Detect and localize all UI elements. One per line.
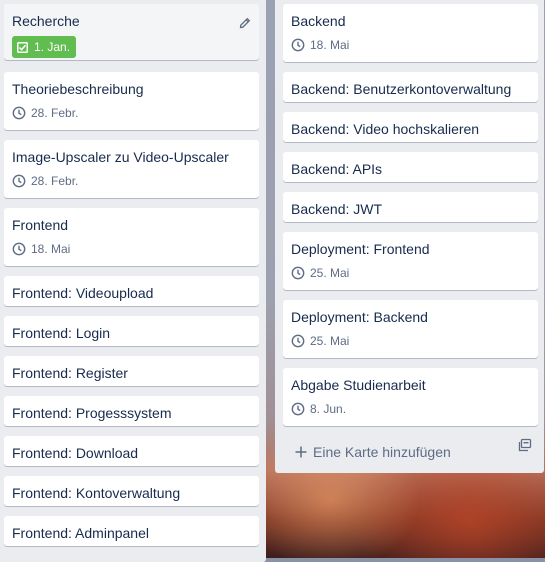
due-date: 8. Jun. [291, 402, 530, 416]
clock-icon [291, 334, 305, 348]
card-theoriebeschreibung[interactable]: Theoriebeschreibung 28. Febr. [4, 72, 259, 130]
list-left: Recherche 1. Jan. Theoriebeschreibung 28… [0, 0, 266, 562]
card-title: Deployment: Frontend [291, 241, 430, 257]
badge-date: 1. Jan. [34, 40, 71, 54]
due-date-text: 8. Jun. [310, 402, 347, 416]
due-date-text: 25. Mai [310, 334, 350, 348]
card-title: Frontend: Download [12, 445, 139, 461]
card-deployment-frontend[interactable]: Deployment: Frontend 25. Mai [283, 232, 538, 290]
due-date: 25. Mai [291, 266, 530, 280]
due-date-text: 25. Mai [310, 266, 350, 280]
card-title: Image-Upscaler zu Video-Upscaler [12, 149, 229, 165]
card-frontend-download[interactable]: Frontend: Download [4, 436, 259, 466]
due-date: 28. Febr. [12, 174, 251, 188]
card-frontend-videoupload[interactable]: Frontend: Videoupload [4, 276, 259, 306]
card-abgabe-studienarbeit[interactable]: Abgabe Studienarbeit 8. Jun. [283, 368, 538, 426]
due-date: 18. Mai [12, 242, 251, 256]
add-card-button[interactable]: Eine Karte hinzufügen [295, 444, 451, 460]
card-title: Frontend: Login [12, 325, 111, 341]
clock-icon [12, 106, 26, 120]
clock-icon [291, 38, 305, 52]
card-title: Frontend: Videoupload [12, 285, 154, 301]
card-backend[interactable]: Backend 18. Mai [283, 4, 538, 62]
list-right: Backend 18. Mai Backend: Benutzerkontove… [275, 0, 544, 473]
card-title: Frontend: Progesssystem [12, 405, 172, 421]
card-title: Recherche [12, 13, 80, 29]
due-date-text: 28. Febr. [31, 174, 79, 188]
card-deployment-backend[interactable]: Deployment: Backend 25. Mai [283, 300, 538, 358]
card-frontend-login[interactable]: Frontend: Login [4, 316, 259, 346]
card-backend-jwt[interactable]: Backend: JWT [283, 192, 538, 222]
card-title: Frontend: Adminpanel [12, 525, 149, 541]
pencil-icon[interactable] [239, 16, 251, 34]
card-title: Backend: Benutzerkontoverwaltung [291, 81, 512, 97]
card-title: Deployment: Backend [291, 309, 428, 325]
card-backend-apis[interactable]: Backend: APIs [283, 152, 538, 182]
card-title: Backend: Video hochskalieren [291, 121, 480, 137]
due-date: 18. Mai [291, 38, 530, 52]
plus-icon [295, 445, 307, 459]
clock-icon [291, 402, 305, 416]
checkbox-icon [17, 41, 28, 53]
due-date: 28. Febr. [12, 106, 251, 120]
clock-icon [12, 174, 26, 188]
card-frontend-adminpanel[interactable]: Frontend: Adminpanel [4, 516, 259, 546]
add-card-label: Eine Karte hinzufügen [313, 444, 451, 460]
card-frontend-progesssystem[interactable]: Frontend: Progesssystem [4, 396, 259, 426]
card-frontend-register[interactable]: Frontend: Register [4, 356, 259, 386]
card-backend-video-hochskalieren[interactable]: Backend: Video hochskalieren [283, 112, 538, 142]
due-date-text: 18. Mai [310, 38, 350, 52]
card-backend-benutzerkontoverwaltung[interactable]: Backend: Benutzerkontoverwaltung [283, 72, 538, 102]
card-title: Frontend: Kontoverwaltung [12, 485, 181, 501]
card-title: Theoriebeschreibung [12, 81, 144, 97]
card-title: Backend: JWT [291, 201, 383, 217]
due-date-text: 28. Febr. [31, 106, 79, 120]
due-date-badge-done[interactable]: 1. Jan. [12, 36, 77, 58]
card-frontend[interactable]: Frontend 18. Mai [4, 208, 259, 266]
card-title: Frontend [12, 217, 69, 233]
due-date: 25. Mai [291, 334, 530, 348]
card-title: Abgabe Studienarbeit [291, 377, 426, 393]
card-title: Backend: APIs [291, 161, 383, 177]
template-icon[interactable] [518, 438, 532, 457]
card-title: Backend [291, 13, 346, 29]
due-date-text: 18. Mai [31, 242, 71, 256]
card-frontend-kontoverwaltung[interactable]: Frontend: Kontoverwaltung [4, 476, 259, 506]
card-recherche[interactable]: Recherche 1. Jan. [4, 4, 259, 60]
clock-icon [291, 266, 305, 280]
clock-icon [12, 242, 26, 256]
card-image-upscaler[interactable]: Image-Upscaler zu Video-Upscaler 28. Feb… [4, 140, 259, 198]
card-title: Frontend: Register [12, 365, 128, 381]
